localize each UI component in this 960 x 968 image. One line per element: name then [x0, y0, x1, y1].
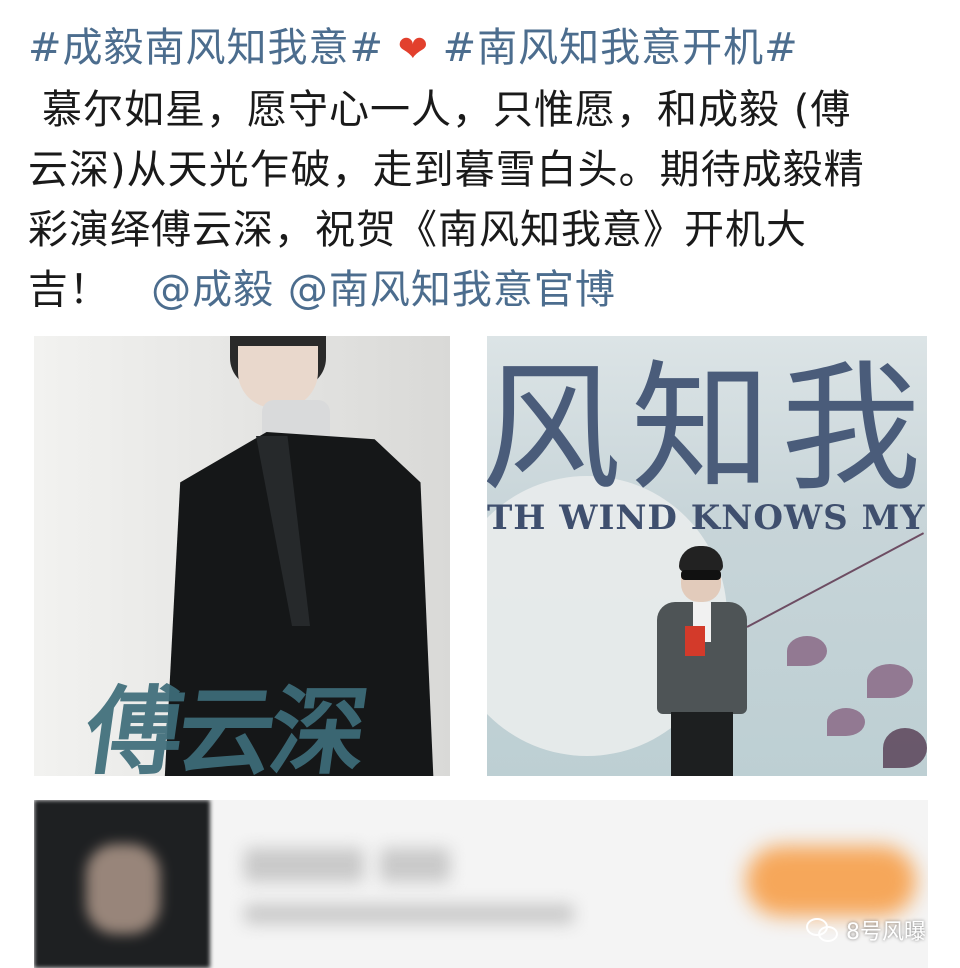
- actor-figure: [657, 546, 747, 776]
- post-body-line: 慕尔如星，愿守心一人，只惟愿，和成毅 (傅: [28, 80, 938, 140]
- mention-link[interactable]: @成毅: [151, 267, 274, 313]
- blurred-title: [380, 848, 450, 882]
- wechat-icon: [806, 916, 840, 944]
- post-body-line: 吉！ @成毅 @南风知我意官博: [28, 260, 938, 320]
- poster-subtitle: TH WIND KNOWS MY MO: [487, 498, 927, 538]
- face: [238, 346, 318, 408]
- post-body-line: 云深)从天光乍破，走到暮雪白头。期待成毅精: [28, 147, 865, 193]
- blurred-action-button[interactable]: [746, 846, 916, 916]
- flower-decoration: [867, 664, 913, 698]
- watermark-text: 8号风曝: [846, 920, 926, 945]
- hashtag-line: #成毅南风知我意# ❤ #南风知我意开机#: [28, 18, 938, 80]
- post-body-text: 吉！: [28, 267, 110, 313]
- trousers: [671, 712, 733, 776]
- watermark: 8号风曝: [806, 910, 926, 950]
- blurred-subtitle: [244, 904, 574, 924]
- heart-icon: ❤: [397, 29, 429, 70]
- event-photo[interactable]: 风知我 TH WIND KNOWS MY MO: [487, 336, 927, 776]
- flower-decoration: [883, 728, 927, 768]
- poster-title: 风知我: [487, 348, 927, 511]
- hashtag-link[interactable]: #南风知我意开机#: [443, 25, 799, 71]
- sunglasses: [681, 570, 721, 580]
- red-envelope: [685, 626, 705, 656]
- flower-decoration: [827, 708, 865, 736]
- promo-thumbnail: [34, 800, 210, 968]
- flower-decoration: [787, 636, 827, 666]
- blurred-promo-card[interactable]: [34, 800, 928, 968]
- post-body-line: 彩演绎傅云深，祝贺《南风知我意》开机大: [28, 207, 807, 253]
- post-body-text: 慕尔如星，愿守心一人，只惟愿，和成毅 (傅: [42, 87, 852, 133]
- character-photo[interactable]: 傅云深: [34, 336, 450, 776]
- character-name-caption: 傅云深: [78, 675, 371, 776]
- mention-link[interactable]: @南风知我意官博: [288, 267, 616, 313]
- hair: [679, 546, 723, 572]
- blurred-title: [244, 848, 364, 882]
- post-text: #成毅南风知我意# ❤ #南风知我意开机# 慕尔如星，愿守心一人，只惟愿，和成毅…: [28, 18, 938, 320]
- hashtag-link[interactable]: #成毅南风知我意#: [28, 25, 384, 71]
